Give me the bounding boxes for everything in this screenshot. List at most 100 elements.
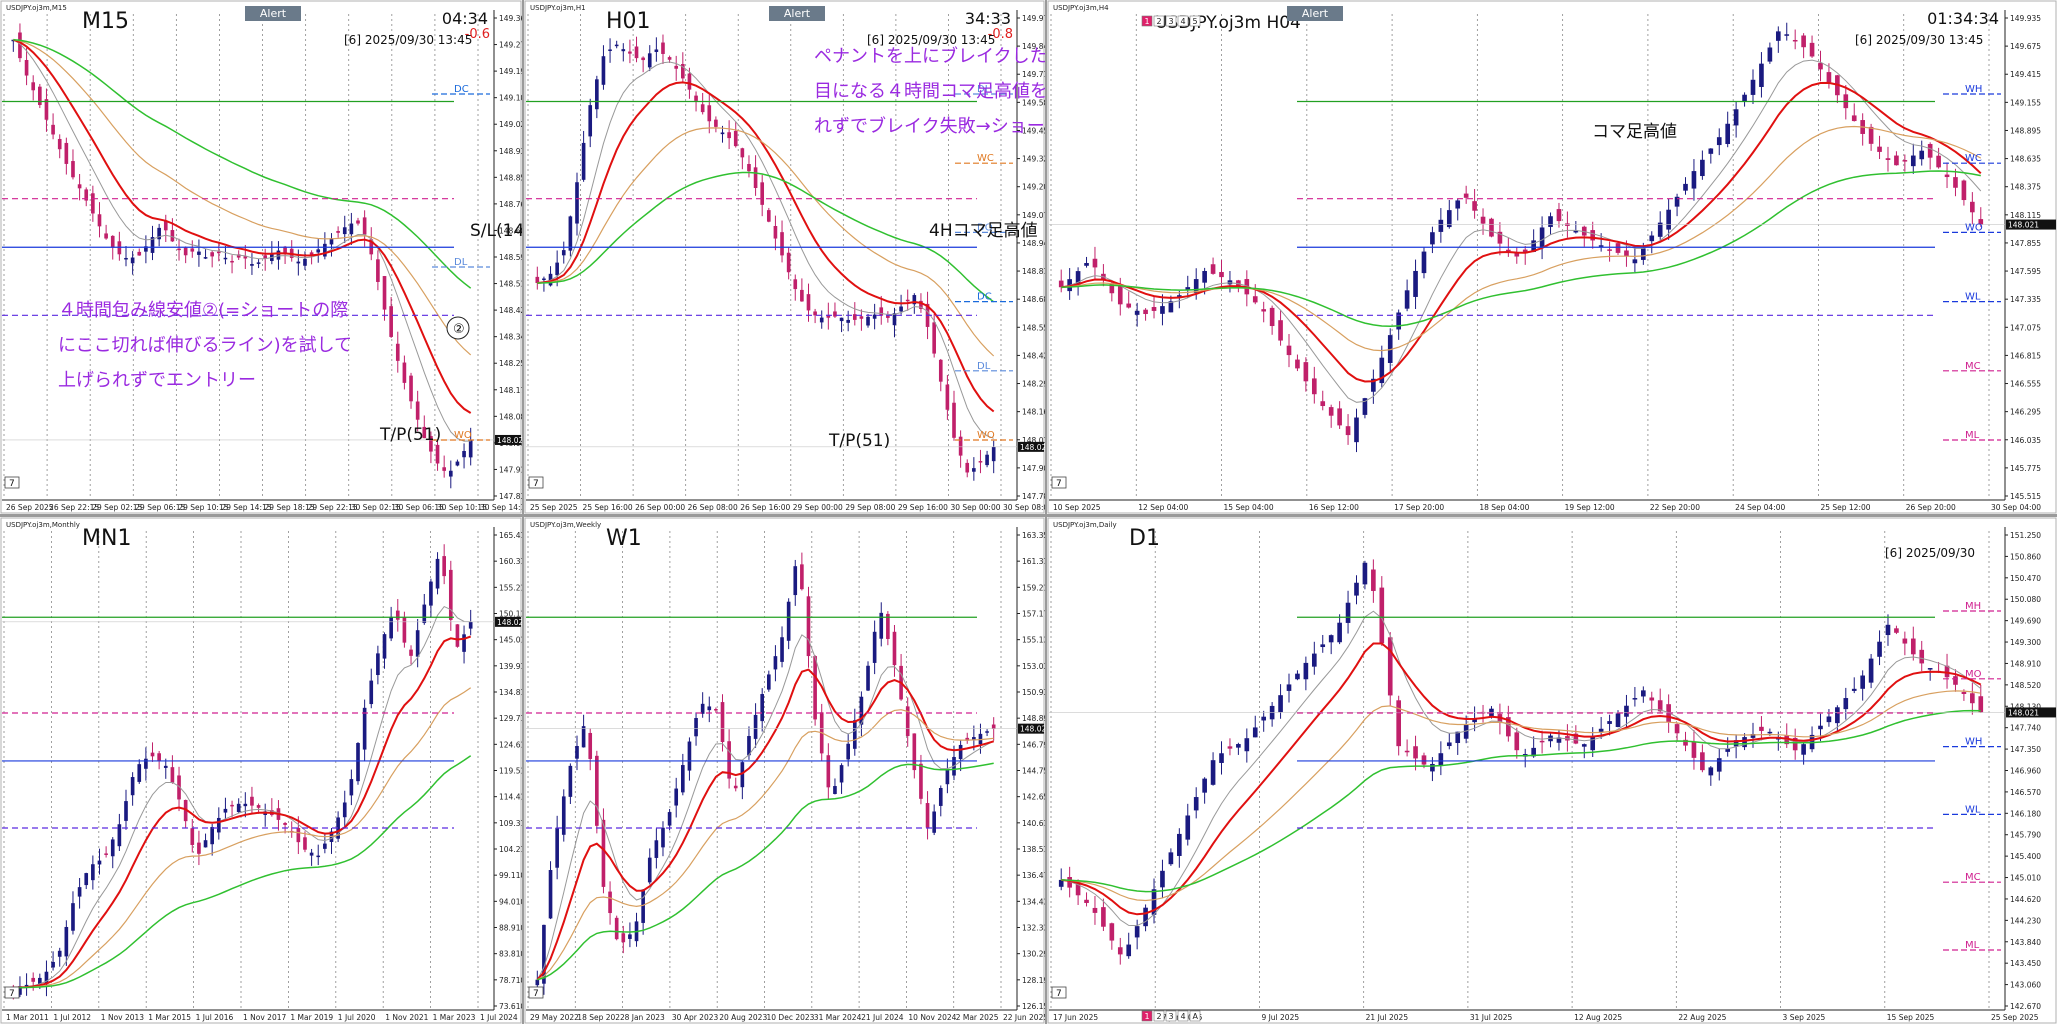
candle-body bbox=[1160, 306, 1165, 314]
chart-window-h01[interactable]: 149.975149.845149.715149.585149.455149.3… bbox=[524, 0, 1045, 514]
candle-body bbox=[932, 322, 936, 354]
price-tick-label: 149.935 bbox=[2010, 14, 2041, 23]
candle-body bbox=[1455, 200, 1461, 209]
time-tick-label: 30 Sep 08:00 bbox=[1003, 503, 1045, 512]
price-tick-label: 73.610 bbox=[499, 1002, 522, 1011]
price-tick-label: 149.300 bbox=[2010, 638, 2041, 647]
chart-window-w1[interactable]: 163.350 161.310 159.210 157.170 155.130 153.0… bbox=[524, 517, 1045, 1024]
time-tick-label: 26 Sep 20:00 bbox=[1906, 503, 1956, 512]
alert-button-label[interactable]: Alert bbox=[784, 7, 811, 20]
symbol-label: USDJPY.oj3m,H4 bbox=[1053, 4, 1109, 12]
price-tick-label: 148.890 bbox=[1022, 714, 1045, 723]
candle-body bbox=[1700, 159, 1705, 177]
tab-label: 4 bbox=[1181, 17, 1186, 26]
candle-body bbox=[1396, 700, 1401, 747]
symbol-label: USDJPY.oj3m,M15 bbox=[6, 4, 67, 12]
price-tick-label: 147.916 bbox=[499, 465, 522, 474]
candle-body bbox=[714, 119, 718, 127]
candle-body bbox=[402, 617, 407, 643]
candle-body bbox=[1514, 253, 1520, 257]
level-label: WO bbox=[454, 430, 472, 441]
candle-body bbox=[64, 926, 69, 957]
candle-body bbox=[588, 732, 593, 759]
candle-body bbox=[1860, 675, 1865, 689]
price-tick-label: 148.171 bbox=[499, 386, 522, 395]
price-tick-label: 147.855 bbox=[2010, 239, 2041, 248]
price-tick-label: 147.905 bbox=[1022, 464, 1045, 473]
candle-body bbox=[1539, 227, 1545, 248]
note-text: 目になる４時間コマ足高値を抜けら bbox=[814, 81, 1045, 102]
candle-body bbox=[1168, 852, 1174, 865]
candle-body bbox=[77, 184, 82, 189]
price-tick-label: 139.910 bbox=[499, 662, 522, 671]
candle-body bbox=[38, 86, 42, 106]
candle-body bbox=[1286, 345, 1292, 356]
alert-button-label[interactable]: Alert bbox=[260, 7, 287, 20]
candle-body bbox=[535, 979, 540, 986]
candle-body bbox=[786, 601, 791, 641]
chart-window-d1[interactable]: 151.250 150.860 150.470 150.080 149.690 149.3… bbox=[1047, 517, 2057, 1024]
candle-body bbox=[1632, 698, 1638, 700]
candle-body bbox=[203, 840, 208, 848]
candle-body bbox=[1480, 216, 1486, 224]
candle-body bbox=[190, 828, 195, 845]
window-divider-v1[interactable] bbox=[522, 0, 524, 1024]
price-tick-label: 145.790 bbox=[2010, 831, 2041, 840]
candle-body bbox=[733, 785, 738, 789]
candle-body bbox=[1581, 744, 1587, 747]
candle-body bbox=[1910, 155, 1916, 167]
price-tick-label: 160.310 bbox=[499, 557, 522, 566]
candle-body bbox=[568, 216, 573, 251]
candle-body bbox=[1354, 417, 1359, 443]
candle-body bbox=[1894, 155, 1899, 166]
candle-body bbox=[674, 65, 679, 69]
candle-body bbox=[342, 227, 347, 235]
price-tick-label: 147.350 bbox=[2010, 745, 2041, 754]
chart-window-h04[interactable]: 149.935 149.675 149.415 149.155 148.895 148.6… bbox=[1047, 0, 2057, 514]
time-tick-label: 18 Sep 04:00 bbox=[1479, 503, 1529, 512]
price-tick-label: 146.815 bbox=[2010, 351, 2041, 360]
price-tick-label: 149.070 bbox=[1022, 211, 1045, 220]
candle-body bbox=[1269, 307, 1275, 327]
price-tick-label: 145.010 bbox=[2010, 874, 2041, 883]
candle-body bbox=[104, 233, 108, 239]
symbol-label: USDJPY.oj3m,H1 bbox=[530, 4, 586, 12]
candle-body bbox=[435, 444, 440, 464]
chart-window-mn1[interactable]: 165.410160.310155.210150.110145.010139.9… bbox=[0, 517, 522, 1024]
time-tick-label: 3 Sep 2025 bbox=[1783, 1013, 1826, 1022]
annotation-label: S/L(14) bbox=[470, 221, 522, 241]
tab-label: 1 bbox=[1145, 17, 1150, 26]
candle-body bbox=[137, 251, 142, 256]
price-tick-label: 149.155 bbox=[2010, 98, 2041, 107]
candle-body bbox=[1354, 582, 1359, 596]
time-tick-label: 12 Aug 2025 bbox=[1574, 1013, 1622, 1022]
candle-body bbox=[1421, 755, 1427, 765]
candle-body bbox=[303, 258, 307, 266]
price-tag-label: 148.021 bbox=[2008, 708, 2039, 717]
candle-body bbox=[1446, 742, 1452, 747]
candle-body bbox=[1295, 359, 1300, 369]
window-divider-v2[interactable] bbox=[1045, 0, 1047, 1024]
price-tick-label: 148.596 bbox=[499, 253, 522, 262]
alert-button-label[interactable]: Alert bbox=[1302, 7, 1329, 20]
candle-body bbox=[31, 82, 36, 91]
price-tick-label: 150.080 bbox=[2010, 595, 2041, 604]
candle-body bbox=[614, 44, 619, 47]
candle-body bbox=[780, 232, 784, 256]
price-tick-label: 143.450 bbox=[2010, 959, 2041, 968]
level-label: WO bbox=[1965, 222, 1983, 233]
time-tick-label: 12 Sep 04:00 bbox=[1138, 503, 1188, 512]
candle-body bbox=[336, 231, 340, 233]
window-divider-h[interactable] bbox=[0, 514, 2057, 517]
candle-body bbox=[1590, 736, 1596, 751]
candle-body bbox=[991, 724, 996, 729]
candle-body bbox=[1084, 899, 1089, 903]
candle-body bbox=[1598, 728, 1604, 732]
candle-body bbox=[555, 827, 559, 868]
candle-body bbox=[1387, 637, 1393, 696]
chart-window-m15[interactable]: 149.361 149.276 149.191 149.106 149.021 148.9… bbox=[0, 0, 522, 514]
time-tick-label: 20 Aug 2023 bbox=[719, 1013, 767, 1022]
price-tick-label: 149.106 bbox=[499, 94, 522, 103]
price-tick-label: 138.510 bbox=[1022, 845, 1045, 854]
price-tick-label: 142.650 bbox=[1022, 793, 1045, 802]
